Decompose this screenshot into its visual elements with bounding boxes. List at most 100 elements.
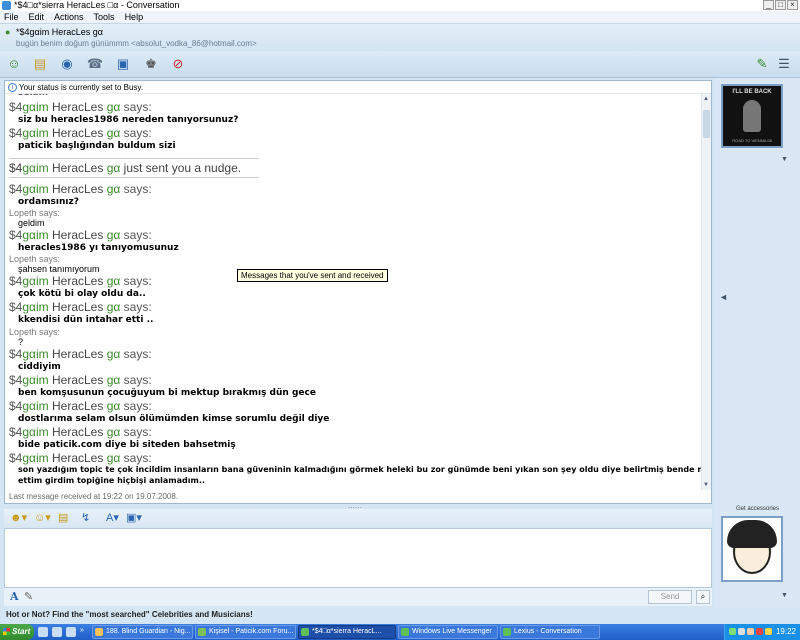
message-text: geldim — [18, 218, 45, 228]
get-accessories-link[interactable]: Get accessories — [715, 506, 800, 512]
taskbar-task[interactable]: 188. Blind Guardian - Nig... — [92, 625, 193, 639]
scroll-up-icon[interactable]: ▲ — [703, 96, 709, 102]
clock: 19:22 — [775, 627, 796, 636]
taskbar-task[interactable]: Windows Live Messenger — [398, 625, 498, 639]
conversation-pane[interactable]: i Your status is currently set to Busy. … — [4, 80, 712, 504]
messenger-icon — [503, 628, 511, 636]
taskbar-task[interactable]: Kişisel - Paticik.com Foru... — [195, 625, 296, 639]
last-message-time: Last message received at 19:22 on 19.07.… — [9, 492, 179, 501]
scroll-down-icon[interactable]: ▼ — [703, 482, 709, 488]
message-text: selam — [18, 94, 48, 98]
menu-file[interactable]: File — [4, 11, 19, 23]
message-text: paticik başlığından buldum sizi — [18, 141, 176, 151]
message-text: ettim girdim topiğine hiçbişi anlamadım.… — [18, 476, 205, 485]
message-header: $4ɡαim HeracLes ɡα says: — [9, 274, 152, 288]
message-input[interactable] — [4, 528, 712, 588]
message-header-lopeth: Lopeth says: — [9, 208, 61, 218]
message-text: kkendisi dün intahar etti .. — [18, 315, 154, 325]
quicklaunch-media-icon[interactable] — [66, 627, 76, 637]
quicklaunch-desktop-icon[interactable] — [38, 627, 48, 637]
chevron-down-icon[interactable]: ▼ — [781, 592, 788, 599]
close-button[interactable]: × — [787, 0, 798, 10]
call-icon[interactable]: ☎ — [86, 55, 104, 73]
message-text: dostlarıma selam olsun ölümümden kimse s… — [18, 414, 330, 424]
pen-icon[interactable]: ✎ — [753, 55, 771, 73]
message-text: ciddiyim — [18, 362, 61, 372]
send-files-icon[interactable]: ▤ — [31, 55, 49, 73]
contact-personal-message: bugün benim doğum günümmm <absolut_vodka… — [16, 39, 257, 48]
handwriting-text-icon[interactable]: A — [10, 590, 19, 603]
taskbar: Start » 188. Blind Guardian - Nig... Kiş… — [0, 624, 800, 640]
message-header-lopeth: Lopeth says: — [9, 254, 61, 264]
avatar-hair — [727, 520, 777, 548]
taskbar-task-active[interactable]: *$4□α*sierra HeracL... — [298, 625, 396, 639]
menu-edit[interactable]: Edit — [29, 11, 45, 23]
font-icon[interactable]: A▾ — [106, 511, 119, 525]
contact-display-picture[interactable]: I'LL BE BACK ROAD TO VIENNA 08 — [721, 84, 783, 148]
message-text: son yazdığım topic te çok incildim insan… — [18, 465, 701, 474]
backgrounds-icon[interactable]: ▤ — [58, 511, 68, 525]
advertisement-text[interactable]: Hot or Not? Find the "most searched" Cel… — [6, 610, 253, 619]
status-notice: i Your status is currently set to Busy. — [5, 81, 711, 94]
message-header: $4ɡαim HeracLes ɡα says: — [9, 399, 152, 413]
games-icon[interactable]: ♚ — [142, 55, 160, 73]
message-text: ben komşusunun çocuğuyum bi mektup bırak… — [18, 388, 316, 398]
wink-icon[interactable]: ☺▾ — [34, 511, 51, 525]
minimize-button[interactable]: _ — [763, 0, 774, 10]
format-toolbar: ☻▾ ☺▾ ▤ ↯ A▾ ▣▾ — [4, 509, 712, 527]
chat-scrollbar[interactable]: ▲ ▼ — [701, 94, 711, 490]
chevron-right-icon[interactable]: » — [80, 627, 88, 637]
message-header: $4ɡαim HeracLes ɡα says: — [9, 100, 152, 114]
tray-alert-icon[interactable] — [765, 628, 772, 635]
menu-help[interactable]: Help — [125, 11, 144, 23]
invite-contact-icon[interactable]: ☺ — [5, 55, 23, 73]
tray-network-icon[interactable] — [738, 628, 745, 635]
messenger-icon — [2, 1, 11, 10]
options-menu-icon[interactable]: ☰ — [775, 55, 793, 73]
handwriting-ink-icon[interactable]: ✎ — [24, 590, 33, 603]
voice-clip-icon[interactable]: ▣▾ — [126, 511, 142, 525]
message-header: $4ɡαim HeracLes ɡα says: — [9, 228, 152, 242]
quicklaunch-browser-icon[interactable] — [52, 627, 62, 637]
tray-antivirus-icon[interactable] — [756, 628, 763, 635]
message-list: selam $4ɡαim HeracLes ɡα says: siz bu he… — [5, 94, 701, 489]
winamp-icon — [95, 628, 103, 636]
message-header: $4ɡαim HeracLes ɡα says: — [9, 182, 152, 196]
window-title: *$4□α*sierra HeracLes □α - Conversation — [14, 0, 180, 10]
message-header: $4ɡαim HeracLes ɡα says: — [9, 300, 152, 314]
system-tray: 19:22 — [724, 624, 800, 640]
chevron-down-icon[interactable]: ▼ — [781, 156, 788, 163]
display-picture-caption: I'LL BE BACK — [732, 89, 772, 95]
message-text: heracles1986 yı tanıyomusunuz — [18, 243, 179, 253]
message-text: siz bu heracles1986 nereden tanıyorsunuz… — [18, 115, 239, 125]
menu-tools[interactable]: Tools — [94, 11, 115, 23]
tray-volume-icon[interactable] — [747, 628, 754, 635]
contact-status-icon: ● — [5, 27, 11, 37]
message-text: şahsen tanımıyorum — [18, 264, 100, 274]
search-button[interactable]: ⌕ — [696, 590, 710, 604]
window-title-bar: *$4□α*sierra HeracLes □α - Conversation … — [0, 0, 800, 11]
tray-messenger-icon[interactable] — [729, 628, 736, 635]
send-button[interactable]: Send — [648, 590, 692, 604]
info-icon: i — [8, 83, 17, 92]
start-button[interactable]: Start — [0, 624, 34, 640]
my-display-picture[interactable] — [721, 516, 783, 582]
toolbar: ☺ ▤ ◉ ☎ ▣ ♚ ⊘ ✎ ☰ — [0, 51, 800, 78]
menu-actions[interactable]: Actions — [54, 11, 84, 23]
collapse-panel-icon[interactable]: ◄ — [719, 292, 728, 302]
taskbar-task[interactable]: Lexius - Conversation — [500, 625, 600, 639]
scrollbar-thumb[interactable] — [703, 110, 710, 138]
menu-bar: File Edit Actions Tools Help — [0, 11, 800, 24]
block-icon[interactable]: ⊘ — [169, 55, 187, 73]
message-header: $4ɡαim HeracLes ɡα says: — [9, 451, 152, 465]
maximize-button[interactable]: □ — [775, 0, 786, 10]
webcam-icon[interactable]: ◉ — [58, 55, 76, 73]
emoticon-icon[interactable]: ☻▾ — [10, 511, 27, 525]
activities-icon[interactable]: ▣ — [114, 55, 132, 73]
messenger-icon — [401, 628, 409, 636]
nudge-icon[interactable]: ↯ — [81, 511, 90, 525]
input-footer: A ✎ Send ⌕ — [4, 588, 712, 606]
browser-icon — [198, 628, 206, 636]
contact-name[interactable]: *$4ɡαim HeracLes ɡα — [16, 27, 103, 37]
message-text: çok kötü bi olay oldu da.. — [18, 289, 146, 299]
